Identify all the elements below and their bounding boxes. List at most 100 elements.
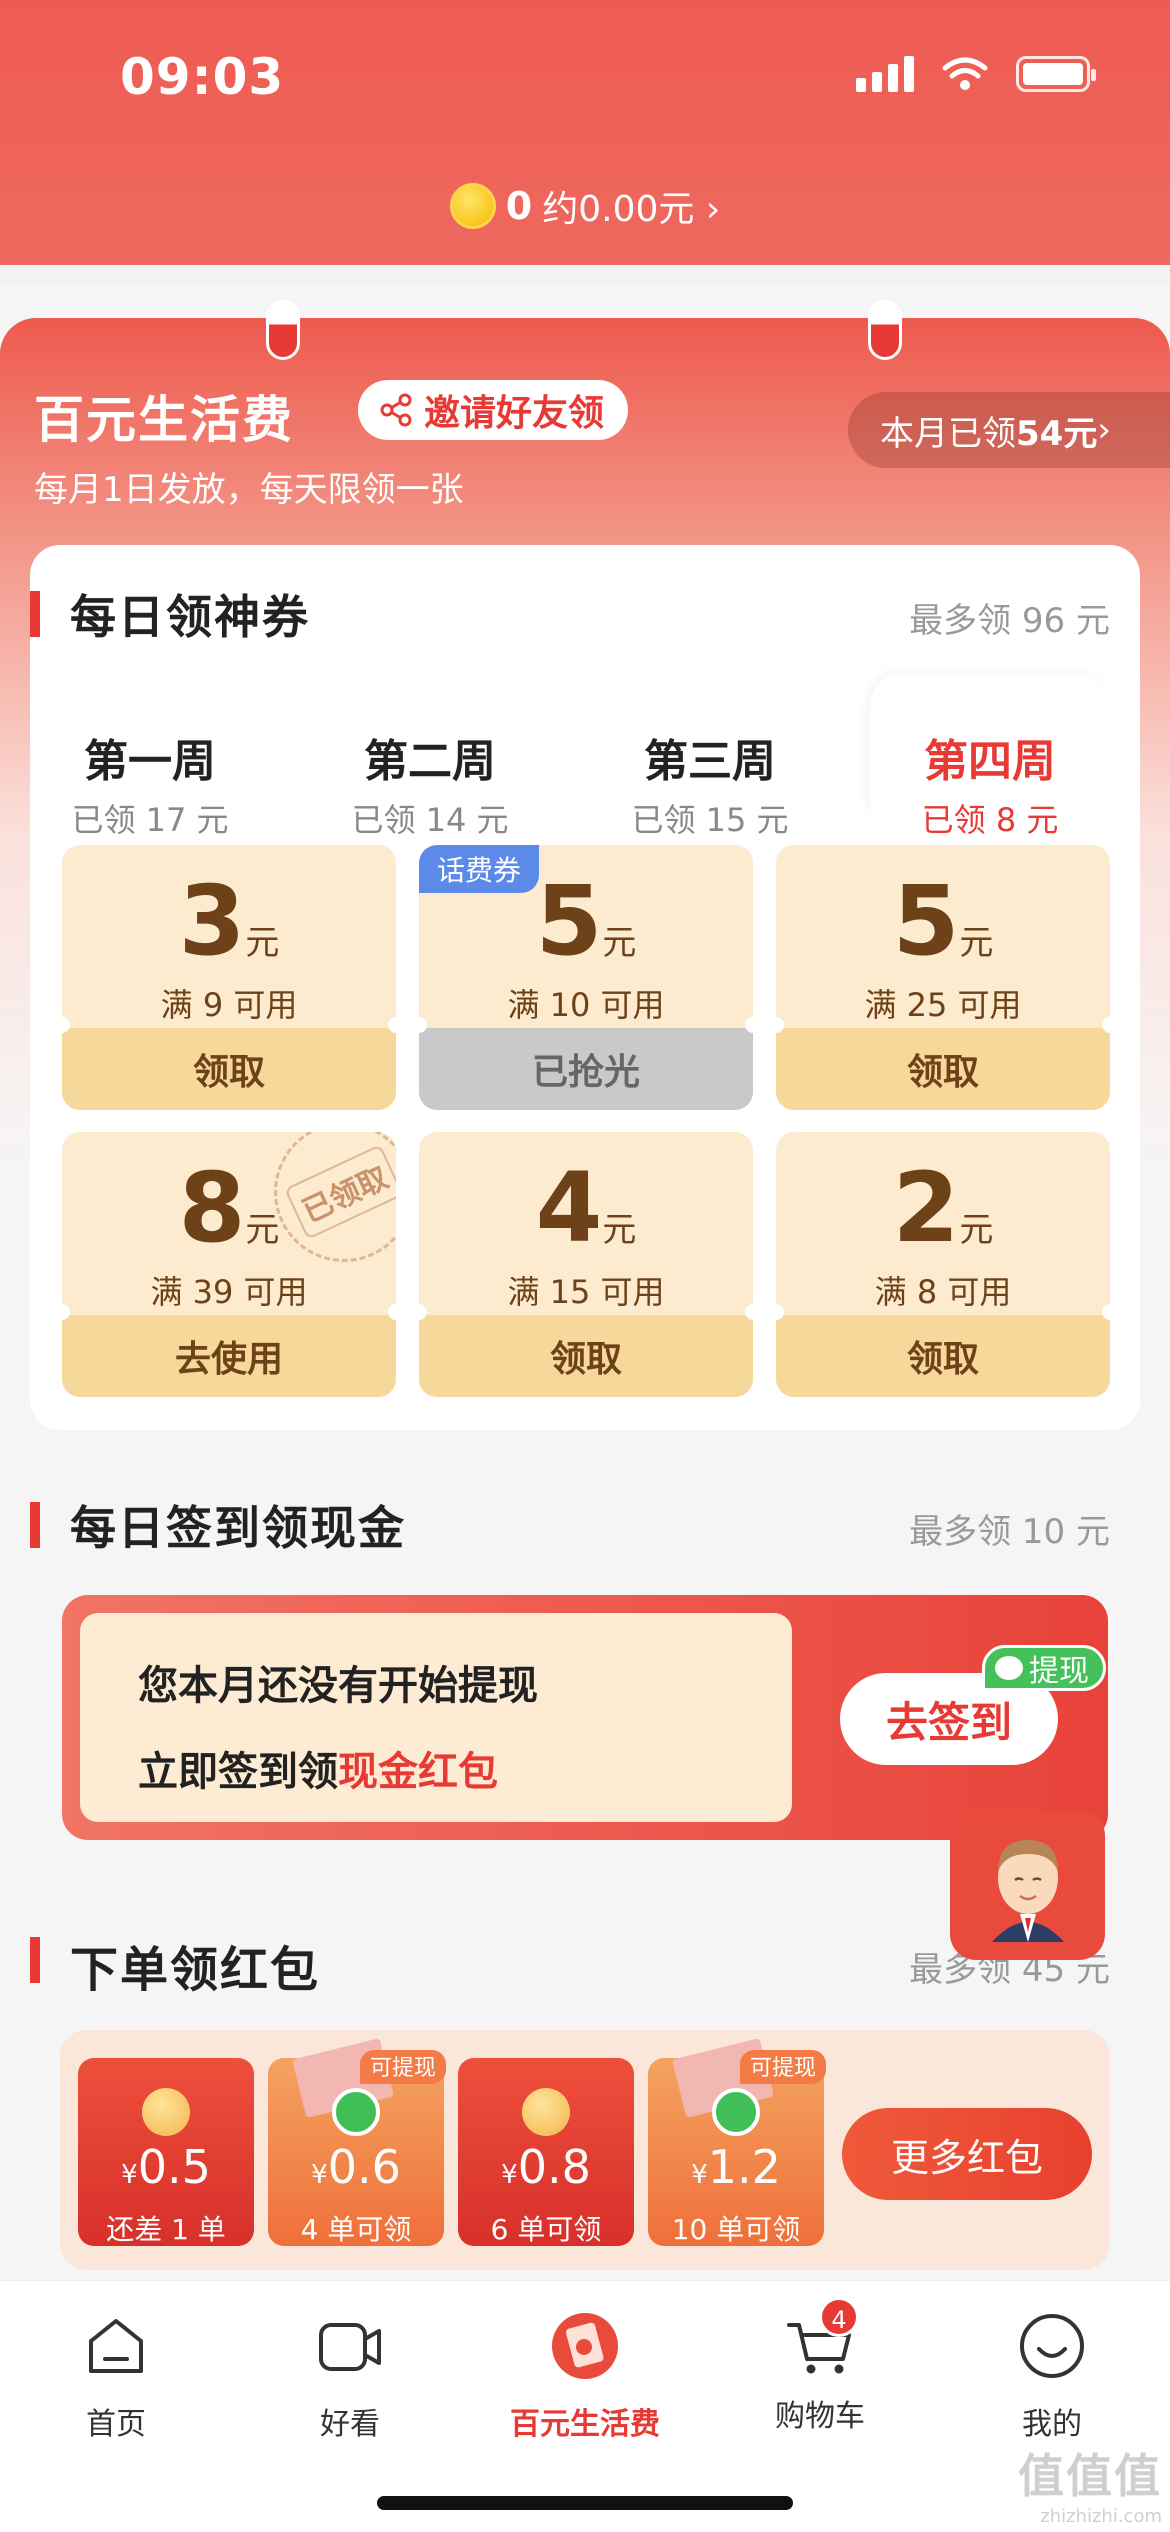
cash-packet-highlight: 现金红包	[338, 1749, 498, 1795]
coupon-amount: 5	[535, 865, 603, 977]
coupon-item: 话费券 5元 满 10 可用 已抢光	[419, 845, 753, 1110]
gold-ingot-icon	[142, 2088, 190, 2136]
calendar-ring-icon	[266, 300, 300, 360]
currency-symbol: ¥	[121, 2160, 138, 2190]
week-label: 第三周	[644, 736, 776, 787]
wechat-icon	[995, 1656, 1023, 1680]
order-packet-title: 下单领红包	[70, 1942, 321, 1998]
signin-banner: 您本月还没有开始提现 立即签到领现金红包 去签到 提现	[62, 1595, 1108, 1840]
assistant-face-icon	[992, 1840, 1064, 1942]
section-accent-bar	[30, 591, 40, 637]
top-header: 09:03 0 约0.00元 ›	[0, 0, 1170, 280]
withdraw-tag: 提现	[982, 1645, 1106, 1691]
coupon-condition: 满 25 可用	[864, 986, 1022, 1024]
tab-me[interactable]: 我的	[972, 2311, 1132, 2443]
daily-coupon-header: 每日领神券 最多领 96 元	[30, 581, 1140, 644]
wechat-icon	[332, 2088, 380, 2136]
coupon-unit: 元	[245, 923, 280, 963]
packet-value: 0.5	[137, 2140, 211, 2194]
tab-label: 我的	[1022, 2407, 1082, 2442]
claim-button[interactable]: 领取	[419, 1315, 753, 1397]
week-label: 第二周	[364, 736, 496, 787]
withdrawable-tag: 可提现	[359, 2050, 446, 2084]
wechat-icon	[712, 2088, 760, 2136]
claim-button[interactable]: 领取	[776, 1028, 1110, 1110]
header-divider	[0, 265, 1170, 285]
coin-value: 约0.00元 ›	[542, 189, 721, 230]
invite-label: 邀请好友领	[424, 393, 605, 434]
packet-value: 0.6	[327, 2140, 401, 2194]
red-envelope-icon	[552, 2313, 618, 2379]
calendar-ring-icon	[868, 300, 902, 360]
tab-week-4[interactable]: 第四周 已领 8 元	[870, 675, 1110, 839]
claim-button[interactable]: 领取	[776, 1315, 1110, 1397]
packet-condition: 6 单可领	[490, 2213, 602, 2246]
coupon-item: 5元 满 25 可用 领取	[776, 845, 1110, 1110]
signal-icon	[856, 56, 914, 92]
coupon-condition: 满 8 可用	[874, 1273, 1012, 1311]
signin-line-2-prefix: 立即签到领	[138, 1749, 338, 1795]
tab-week-3[interactable]: 第三周 已领 15 元	[590, 675, 830, 839]
week-label: 第四周	[924, 736, 1056, 787]
share-icon	[380, 393, 412, 427]
status-icons	[856, 56, 1096, 92]
packet-condition: 10 单可领	[671, 2213, 801, 2246]
signin-line-1: 您本月还没有开始提现	[138, 1663, 538, 1709]
life-subtitle: 每月1日发放，每天限领一张	[34, 470, 464, 510]
bottom-tab-bar: 首页 好看 百元生活费 4 购物车 我的	[0, 2280, 1170, 2532]
assistant-avatar-button[interactable]	[950, 1810, 1105, 1960]
withdrawable-tag: 可提现	[739, 2050, 826, 2084]
red-packet[interactable]: ¥0.5 还差 1 单	[78, 2058, 254, 2246]
coin-count: 0	[505, 184, 533, 228]
tab-watch[interactable]: 好看	[270, 2311, 430, 2443]
tab-label: 百元生活费	[510, 2407, 660, 2442]
coupon-amount: 4	[535, 1152, 603, 1264]
week-tabs: 第一周 已领 17 元 第二周 已领 14 元 第三周 已领 15 元 第四周 …	[30, 675, 1140, 839]
month-received-button[interactable]: 本月已领 54元 ›	[848, 392, 1170, 468]
coupon-amount: 8	[178, 1152, 246, 1264]
coupon-item: 3元 满 9 可用 领取	[62, 845, 396, 1110]
use-coupon-button[interactable]: 去使用	[62, 1315, 396, 1397]
coupon-amount: 2	[892, 1152, 960, 1264]
coin-icon	[449, 183, 496, 229]
tab-week-2[interactable]: 第二周 已领 14 元	[310, 675, 550, 839]
week-received: 已领 15 元	[631, 801, 789, 839]
month-prefix: 本月已领	[880, 413, 1016, 454]
tab-home[interactable]: 首页	[36, 2311, 196, 2443]
red-packet[interactable]: 可提现 ¥0.6 4 单可领	[268, 2038, 446, 2246]
watermark-url: zhizhizhi.com	[1040, 2506, 1162, 2527]
coupon-item: 2元 满 8 可用 领取	[776, 1132, 1110, 1397]
currency-symbol: ¥	[691, 2160, 708, 2190]
watermark-logo: 值值值	[1018, 2449, 1162, 2503]
currency-symbol: ¥	[311, 2160, 328, 2190]
tab-label: 好看	[320, 2407, 380, 2442]
claim-button[interactable]: 领取	[62, 1028, 396, 1110]
wifi-icon	[942, 57, 988, 90]
packet-value: 0.8	[517, 2140, 591, 2194]
cart-icon-wrap: 4	[785, 2297, 859, 2381]
more-packets-button[interactable]: 更多红包	[842, 2108, 1092, 2200]
red-packet[interactable]: 可提现 ¥1.2 10 单可领	[648, 2038, 826, 2246]
withdraw-tag-label: 提现	[1029, 1654, 1089, 1689]
week-received: 已领 17 元	[71, 801, 229, 839]
coupon-unit: 元	[959, 1210, 994, 1250]
tab-life-fee[interactable]: 百元生活费	[505, 2311, 665, 2443]
signin-message: 您本月还没有开始提现 立即签到领现金红包	[80, 1613, 792, 1822]
coupon-amount: 5	[892, 865, 960, 977]
section-accent-bar	[30, 1502, 40, 1548]
tab-cart[interactable]: 4 购物车	[740, 2297, 900, 2435]
section-accent-bar	[30, 1937, 40, 1983]
coupon-unit: 元	[602, 923, 637, 963]
coupon-item: 已领取 8元 满 39 可用 去使用	[62, 1132, 396, 1397]
tab-week-1[interactable]: 第一周 已领 17 元	[30, 675, 270, 839]
tab-label: 购物车	[775, 2399, 865, 2434]
sold-out-button: 已抢光	[419, 1028, 753, 1110]
packet-condition: 4 单可领	[300, 2213, 412, 2246]
coin-balance[interactable]: 0 约0.00元 ›	[0, 180, 1170, 232]
coupon-unit: 元	[959, 923, 994, 963]
signin-section: 每日签到领现金 最多领 10 元 您本月还没有开始提现 立即签到领现金红包 去签…	[30, 1460, 1140, 1860]
tab-label: 首页	[86, 2407, 146, 2442]
red-packet[interactable]: ¥0.8 6 单可领	[458, 2058, 634, 2246]
invite-friends-button[interactable]: 邀请好友领	[358, 380, 629, 440]
home-indicator[interactable]	[377, 2496, 793, 2510]
